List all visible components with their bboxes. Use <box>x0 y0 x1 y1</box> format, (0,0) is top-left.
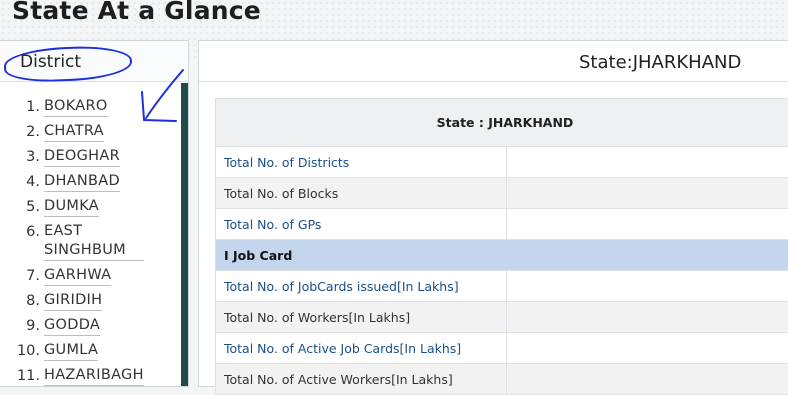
district-list-item: 1.BOKARO <box>0 97 180 117</box>
district-link[interactable]: BOKARO <box>44 97 108 117</box>
stat-label: Total No. of Blocks <box>224 186 338 201</box>
district-list: 1.BOKARO2.CHATRA3.DEOGHAR4.DHANBAD5.DUMK… <box>0 97 180 387</box>
table-row: Total No. of Active Workers[In Lakhs] <box>216 364 788 395</box>
stat-link[interactable]: Total No. of JobCards issued[In Lakhs] <box>224 279 459 294</box>
page-title: State At a Glance <box>12 0 261 25</box>
district-list-item: 4.DHANBAD <box>0 172 180 192</box>
section-heading: I Job Card <box>216 240 788 271</box>
district-link[interactable]: DEOGHAR <box>44 147 120 167</box>
state-title: State:JHARKHAND <box>579 52 741 73</box>
row-value-cell <box>507 209 788 240</box>
table-row: Total No. of GPs <box>216 209 788 240</box>
district-list-item: 8.GIRIDIH <box>0 291 180 311</box>
row-label-cell: Total No. of Districts <box>216 147 507 178</box>
row-value-cell <box>507 271 788 302</box>
row-label-cell: Total No. of GPs <box>216 209 507 240</box>
district-link[interactable]: GARHWA <box>44 266 111 286</box>
row-label-cell: Total No. of Active Workers[In Lakhs] <box>216 364 507 395</box>
district-number: 6. <box>0 222 44 261</box>
state-summary-panel: State:JHARKHAND State : JHARKHAND Total … <box>198 40 788 387</box>
row-value-cell <box>507 333 788 364</box>
table-row: Total No. of Workers[In Lakhs] <box>216 302 788 333</box>
district-number: 3. <box>0 147 44 167</box>
district-link[interactable]: EAST SINGHBUM <box>44 222 144 261</box>
table-header-cell: State : JHARKHAND <box>216 99 788 147</box>
district-number: 1. <box>0 97 44 117</box>
stat-link[interactable]: Total No. of Active Job Cards[In Lakhs] <box>224 341 461 356</box>
district-number: 5. <box>0 197 44 217</box>
state-stats-table: State : JHARKHAND Total No. of Districts… <box>215 98 788 395</box>
district-number: 10. <box>0 341 44 361</box>
district-list-item: 3.DEOGHAR <box>0 147 180 167</box>
district-panel-title: District <box>20 52 81 72</box>
district-number: 7. <box>0 266 44 286</box>
state-summary-header: State:JHARKHAND <box>199 41 788 82</box>
district-list-item: 9.GODDA <box>0 316 180 336</box>
row-value-cell <box>507 302 788 333</box>
district-link[interactable]: GUMLA <box>44 341 98 361</box>
row-value-cell <box>507 147 788 178</box>
district-link[interactable]: DHANBAD <box>44 172 120 192</box>
district-list-item: 2.CHATRA <box>0 122 180 142</box>
district-list-scrollbar[interactable] <box>181 83 188 387</box>
district-link[interactable]: GIRIDIH <box>44 291 102 311</box>
district-number: 9. <box>0 316 44 336</box>
district-list-item: 7.GARHWA <box>0 266 180 286</box>
row-label-cell: Total No. of Blocks <box>216 178 507 209</box>
table-header-row: State : JHARKHAND <box>216 99 788 147</box>
district-list-item: 5.DUMKA <box>0 197 180 217</box>
district-link[interactable]: CHATRA <box>44 122 104 142</box>
district-number: 2. <box>0 122 44 142</box>
row-value-cell <box>507 178 788 209</box>
district-panel-header: District <box>0 41 188 82</box>
district-list-item: 6.EAST SINGHBUM <box>0 222 180 261</box>
stat-link[interactable]: Total No. of GPs <box>224 217 321 232</box>
district-link[interactable]: HAZARIBAGH <box>44 366 144 386</box>
section-row: I Job Card <box>216 240 788 271</box>
row-label-cell: Total No. of JobCards issued[In Lakhs] <box>216 271 507 302</box>
table-row: Total No. of Blocks <box>216 178 788 209</box>
stat-label: Total No. of Workers[In Lakhs] <box>224 310 410 325</box>
row-value-cell <box>507 364 788 395</box>
district-number: 11. <box>0 366 44 386</box>
district-panel: District 1.BOKARO2.CHATRA3.DEOGHAR4.DHAN… <box>0 40 189 387</box>
district-list-item: 10.GUMLA <box>0 341 180 361</box>
district-link[interactable]: DUMKA <box>44 197 99 217</box>
district-number: 4. <box>0 172 44 192</box>
table-row: Total No. of Active Job Cards[In Lakhs] <box>216 333 788 364</box>
district-link[interactable]: GODDA <box>44 316 100 336</box>
district-number: 8. <box>0 291 44 311</box>
table-row: Total No. of JobCards issued[In Lakhs] <box>216 271 788 302</box>
row-label-cell: Total No. of Workers[In Lakhs] <box>216 302 507 333</box>
stat-link[interactable]: Total No. of Districts <box>224 155 349 170</box>
table-row: Total No. of Districts <box>216 147 788 178</box>
district-list-item: 11.HAZARIBAGH <box>0 366 180 386</box>
stat-label: Total No. of Active Workers[In Lakhs] <box>224 372 453 387</box>
row-label-cell: Total No. of Active Job Cards[In Lakhs] <box>216 333 507 364</box>
